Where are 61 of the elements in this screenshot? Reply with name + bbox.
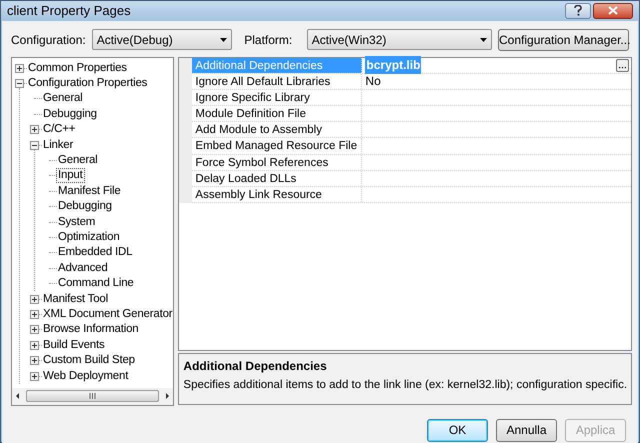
tree-item[interactable]: Web Deployment: [42, 370, 130, 382]
expand-icon[interactable]: [30, 125, 39, 134]
tree-item[interactable]: Embedded IDL: [57, 246, 134, 260]
dialog-button[interactable]: OK: [427, 418, 488, 442]
property-name[interactable]: Module Definition File: [192, 106, 362, 122]
scrollbar-thumb[interactable]: [26, 390, 160, 402]
scroll-left-icon[interactable]: [14, 392, 22, 400]
platform-label: Platform:: [244, 32, 294, 48]
tree-item[interactable]: System: [57, 216, 96, 229]
tree-item[interactable]: Debugging: [57, 200, 113, 214]
description-title: Additional Dependencies: [183, 358, 328, 374]
expand-icon[interactable]: [30, 356, 39, 366]
scroll-right-icon[interactable]: [163, 392, 172, 400]
tree-item[interactable]: Input: [57, 169, 84, 182]
tree-item[interactable]: Common Properties: [27, 62, 128, 75]
platform-dropdown[interactable]: Active(Win32): [306, 29, 492, 50]
tree-item[interactable]: Manifest Tool: [42, 292, 109, 306]
configuration-manager-button[interactable]: Configuration Manager...: [498, 28, 629, 50]
tree-item[interactable]: Advanced: [57, 262, 109, 275]
property-name[interactable]: Ignore Specific Library: [192, 90, 362, 106]
close-button[interactable]: [593, 2, 633, 19]
window-title: client Property Pages: [7, 2, 132, 20]
expand-icon[interactable]: [30, 294, 39, 304]
tree-item[interactable]: Debugging: [42, 108, 98, 121]
dropdown-arrow-icon: [220, 38, 228, 42]
tree-item[interactable]: Command Line: [57, 277, 135, 290]
tree-item[interactable]: General: [42, 92, 84, 106]
configuration-label: Configuration:: [11, 32, 86, 48]
tree-item[interactable]: General: [57, 154, 99, 168]
tree-item[interactable]: Manifest File: [57, 184, 122, 198]
help-icon: [574, 5, 582, 16]
tree-item[interactable]: Build Events: [42, 338, 106, 352]
tree-item[interactable]: Optimization: [57, 230, 121, 244]
tree-item[interactable]: XML Document Generator: [42, 308, 174, 321]
dialog-button[interactable]: Annulla: [496, 418, 557, 442]
tree-item[interactable]: Custom Build Step: [42, 354, 136, 368]
help-button[interactable]: [565, 2, 591, 19]
property-name[interactable]: Delay Loaded DLLs: [192, 170, 362, 186]
expand-icon[interactable]: [15, 64, 24, 73]
property-name[interactable]: Add Module to Assembly: [192, 122, 362, 138]
property-name[interactable]: Assembly Link Resource: [192, 187, 362, 202]
browse-button[interactable]: [616, 58, 630, 72]
property-name[interactable]: Embed Managed Resource File: [192, 138, 362, 154]
dropdown-arrow-icon: [480, 38, 487, 42]
collapse-icon[interactable]: [30, 140, 39, 150]
grip-icon: [89, 393, 96, 399]
expand-icon[interactable]: [30, 372, 39, 380]
tree-item[interactable]: C/C++: [42, 123, 76, 136]
property-name[interactable]: Force Symbol References: [192, 154, 362, 170]
tree-item[interactable]: Configuration Properties: [27, 77, 148, 90]
expand-icon[interactable]: [30, 310, 39, 319]
tree-item[interactable]: Linker: [42, 138, 74, 152]
property-value[interactable]: No: [365, 72, 381, 90]
expand-icon[interactable]: [30, 325, 39, 334]
configuration-dropdown[interactable]: Active(Debug): [92, 29, 232, 50]
tree-item[interactable]: Browse Information: [42, 323, 140, 336]
expand-icon[interactable]: [30, 340, 39, 350]
description-text: Specifies additional items to add to the link line (ex: kernel32.lib); configuration specific.: [183, 378, 628, 392]
close-icon: [608, 6, 618, 16]
collapse-icon[interactable]: [15, 79, 24, 88]
property-name[interactable]: Ignore All Default Libraries: [192, 74, 362, 89]
